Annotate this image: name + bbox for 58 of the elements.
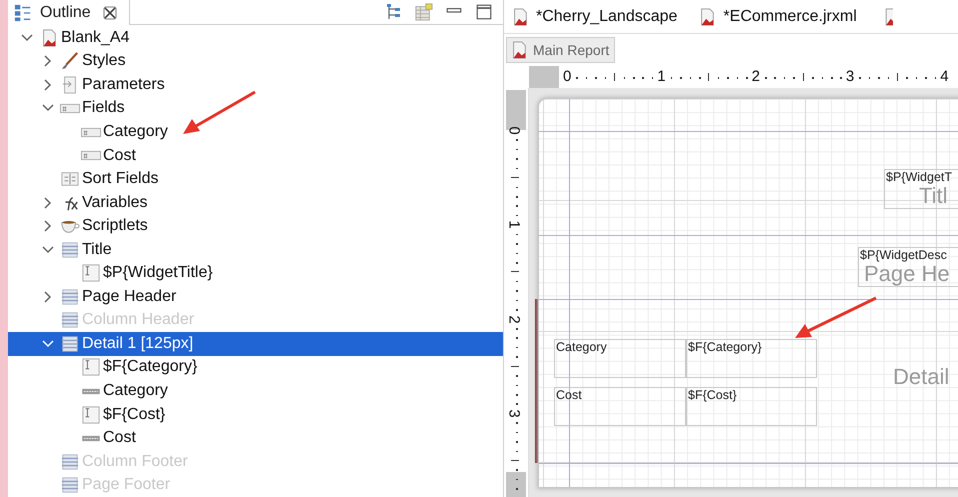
paintbrush-icon <box>60 52 80 70</box>
band-icon <box>60 311 80 330</box>
text-field-icon <box>81 264 101 282</box>
band-icon <box>60 334 80 353</box>
editor-tab[interactable]: *Cherry_Landscape <box>510 8 678 26</box>
report-element-text[interactable]: Category <box>556 340 607 354</box>
text-field-icon <box>81 358 101 376</box>
band-icon <box>60 452 80 471</box>
sort-icon <box>60 170 80 188</box>
tree-item[interactable]: Blank_A4 <box>8 26 503 50</box>
chevron-down-icon[interactable] <box>42 246 54 254</box>
tree-item[interactable]: Scriptlets <box>8 214 503 238</box>
chevron-down-icon[interactable] <box>21 34 33 42</box>
band-icon <box>60 288 80 306</box>
outline-icon <box>14 4 32 22</box>
outline-tab[interactable]: Outline <box>8 0 130 26</box>
tree-item[interactable]: Parameters <box>8 73 503 97</box>
band-watermark: Page He <box>864 263 950 285</box>
report-element-text[interactable]: $P{WidgetT <box>886 170 952 184</box>
report-element-text[interactable]: Cost <box>556 388 582 402</box>
tree-item[interactable]: Title <box>8 238 503 262</box>
tree-item[interactable]: Fields <box>8 96 503 120</box>
chevron-right-icon[interactable] <box>44 220 52 232</box>
label-icon <box>81 434 101 442</box>
chevron-right-icon[interactable] <box>44 290 52 303</box>
tree-item[interactable]: Cost <box>8 144 503 168</box>
chevron-right-icon[interactable] <box>44 196 52 209</box>
tree-item[interactable]: $F{Category} <box>8 356 503 380</box>
chevron-right-icon[interactable] <box>44 55 52 68</box>
tree-item[interactable]: Styles <box>8 50 503 74</box>
editor-tab[interactable]: *ECommerce.jrxml <box>697 8 857 26</box>
tree-item[interactable]: Cost <box>8 426 503 450</box>
report-element-text[interactable]: $P{WidgetDesc <box>860 248 947 262</box>
tree-item[interactable]: Page Header <box>8 285 503 309</box>
label-icon <box>81 388 101 395</box>
field-icon <box>60 102 80 114</box>
band-watermark: Detail <box>893 366 950 388</box>
tree-item[interactable]: $P{WidgetTitle} <box>8 262 503 286</box>
hierarchy-icon[interactable] <box>385 3 403 22</box>
tree-item[interactable]: Variables <box>8 190 503 214</box>
field-icon <box>81 150 101 162</box>
vertical-ruler: 0 1 2 3 <box>504 88 529 497</box>
chevron-right-icon[interactable] <box>44 78 52 91</box>
tree-item[interactable]: $F{Cost} <box>8 402 503 426</box>
main-report-button[interactable]: Main Report <box>506 37 616 63</box>
close-icon[interactable] <box>102 6 117 20</box>
band-watermark: Titl <box>919 185 948 207</box>
tree-item[interactable]: Category <box>8 379 503 403</box>
tree-item[interactable]: Category <box>8 120 503 144</box>
band-icon <box>60 476 80 494</box>
chevron-down-icon[interactable] <box>42 104 54 112</box>
report-element-text[interactable]: $F{Cost} <box>688 388 737 402</box>
field-icon <box>81 126 101 138</box>
text-field-icon <box>81 406 101 424</box>
tree-item[interactable]: Sort Fields <box>8 167 503 191</box>
maximize-icon[interactable] <box>475 3 493 22</box>
tree-item[interactable]: Detail 1 [125px] <box>8 332 503 356</box>
band-icon <box>60 240 80 259</box>
